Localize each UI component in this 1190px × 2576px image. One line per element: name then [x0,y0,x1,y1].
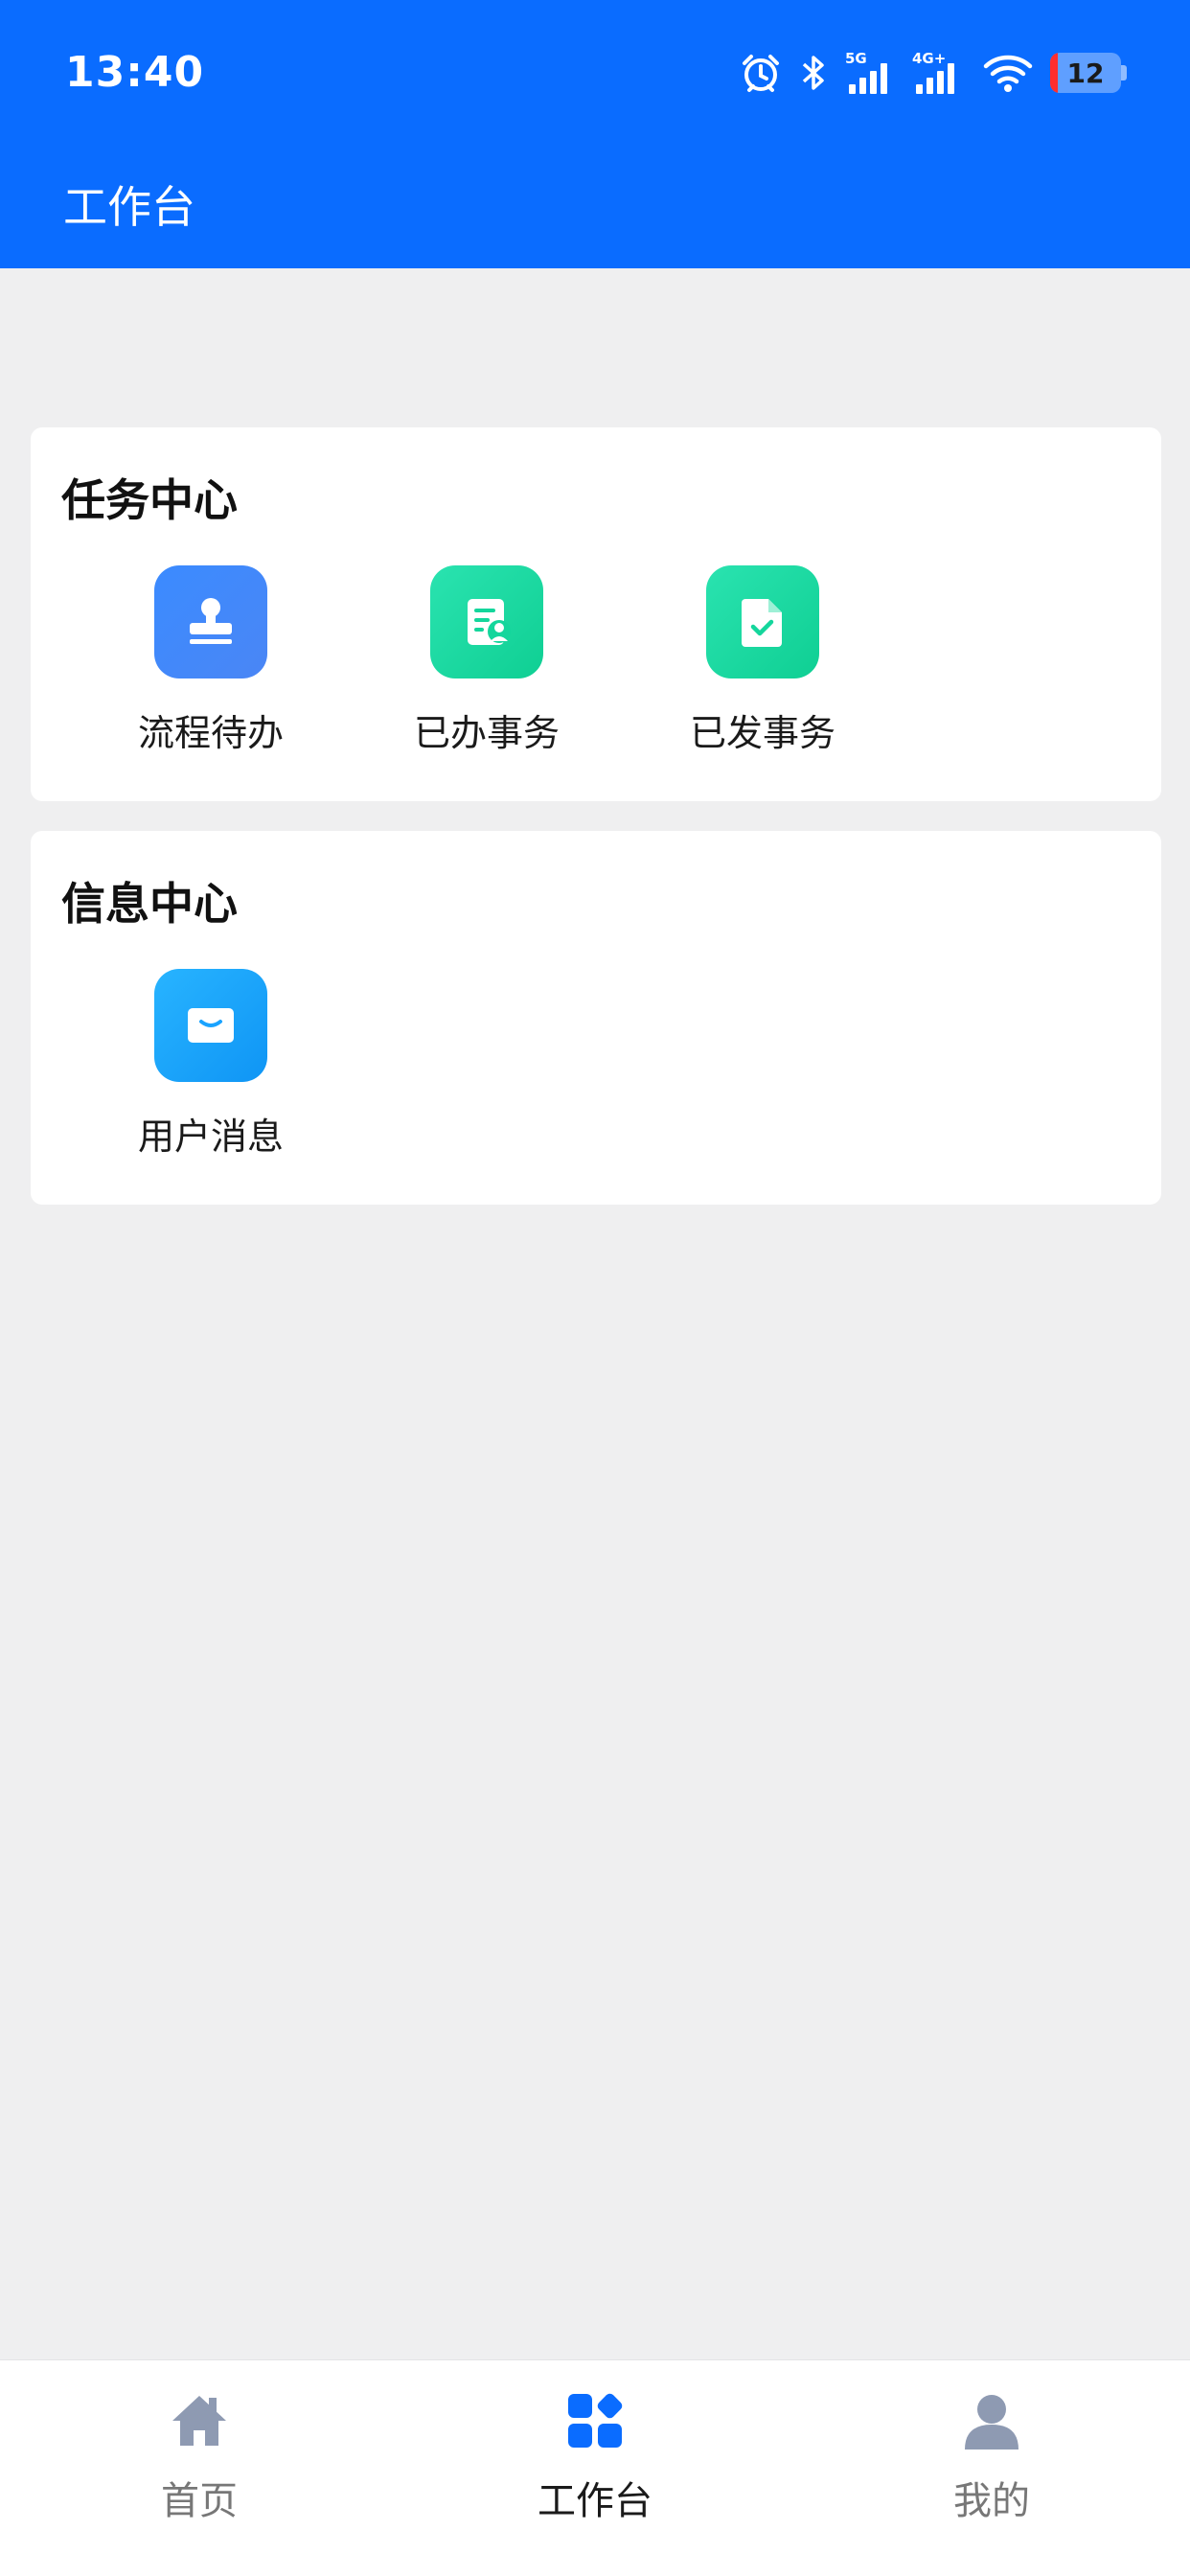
wifi-icon [983,52,1033,94]
signal-4g-icon: 4G+ [912,50,966,96]
battery-icon: 12 [1050,53,1127,93]
task-item-label: 已办事务 [413,712,560,754]
document-user-icon [430,565,543,678]
task-center-title: 任务中心 [61,474,238,526]
task-item-label: 流程待办 [137,712,284,754]
task-item-handled[interactable]: 已办事务 [381,565,592,757]
battery-level: 12 [1050,53,1121,93]
battery-cap [1121,65,1127,80]
task-item-pending-process[interactable]: 流程待办 [105,565,316,757]
info-item-user-messages[interactable]: 用户消息 [105,969,316,1161]
tab-label: 首页 [161,2479,238,2523]
info-center-card: 信息中心 用户消息 [31,831,1161,1205]
page-title: 工作台 [63,181,195,233]
file-check-icon [706,565,819,678]
info-center-title: 信息中心 [61,878,238,930]
task-item-sent[interactable]: 已发事务 [657,565,868,757]
status-icons: 5G 4G+ 12 [740,46,1127,100]
stamp-icon [154,565,267,678]
user-icon [960,2389,1023,2452]
network-4g-label: 4G+ [912,50,946,67]
home-icon [168,2389,231,2452]
signal-5g-icon: 5G [845,50,895,96]
info-item-label: 用户消息 [137,1116,284,1158]
tab-label: 工作台 [538,2479,652,2523]
status-time: 13:40 [65,48,205,97]
task-center-items: 流程待办 已办事务 已发事务 [31,565,1161,757]
task-center-card: 任务中心 流程待办 已办事务 已发事务 [31,427,1161,801]
bottom-tab-bar: 首页 工作台 我的 [0,2359,1190,2576]
bluetooth-icon [799,52,828,94]
mail-icon [154,969,267,1082]
tab-home[interactable]: 首页 [56,2360,343,2552]
info-center-items: 用户消息 [31,969,1161,1161]
battery-text: 12 [1066,57,1105,89]
tab-mine[interactable]: 我的 [848,2360,1135,2552]
grid-icon [563,2389,627,2452]
battery-low-indicator [1050,53,1058,93]
network-5g-label: 5G [845,50,867,67]
task-item-label: 已发事务 [689,712,835,754]
app-header: 13:40 5G 4G+ 12 工作台 [0,0,1190,268]
alarm-icon [740,52,782,94]
tab-label: 我的 [953,2479,1030,2523]
tab-workbench[interactable]: 工作台 [451,2360,739,2552]
